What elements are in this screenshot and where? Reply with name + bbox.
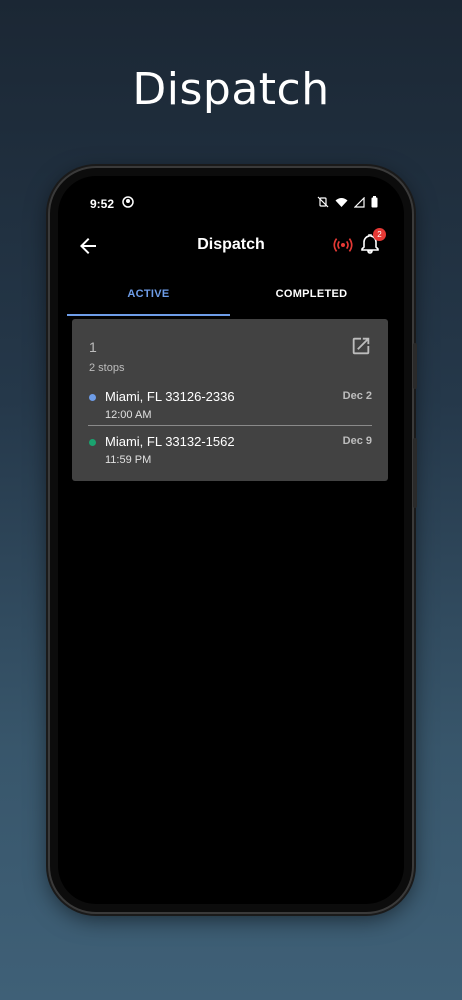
stop-time: 11:59 PM bbox=[105, 454, 152, 466]
stop-date: Dec 9 bbox=[342, 435, 372, 447]
stop-address: Miami, FL 33132-1562 bbox=[105, 434, 235, 449]
dispatch-number: 1 bbox=[89, 339, 97, 355]
status-bar: 9:52 bbox=[58, 194, 404, 214]
stops-count: 2 stops bbox=[89, 362, 125, 374]
notifications-button[interactable]: 2 bbox=[358, 228, 386, 256]
phone-screen: 9:52 Dispatch 2 ACTIVE COMPLETED 1 2 sto… bbox=[58, 176, 404, 904]
vibrate-off-icon bbox=[317, 196, 329, 208]
stop-marker bbox=[89, 439, 96, 446]
app-notification-icon bbox=[122, 196, 134, 208]
status-icons bbox=[317, 196, 378, 208]
phone-side-button bbox=[413, 343, 417, 389]
divider bbox=[88, 425, 372, 426]
stop-address: Miami, FL 33126-2336 bbox=[105, 389, 235, 404]
notification-badge: 2 bbox=[373, 228, 386, 241]
broadcast-signal-icon[interactable] bbox=[332, 234, 354, 256]
phone-frame: 9:52 Dispatch 2 ACTIVE COMPLETED 1 2 sto… bbox=[50, 168, 417, 912]
app-bar: Dispatch 2 bbox=[58, 228, 404, 264]
tab-active[interactable]: ACTIVE bbox=[67, 282, 230, 316]
stop-time: 12:00 AM bbox=[105, 409, 152, 421]
cell-signal-icon bbox=[354, 196, 365, 208]
promo-title: Dispatch bbox=[132, 64, 330, 115]
tab-completed[interactable]: COMPLETED bbox=[230, 282, 393, 316]
tab-bar: ACTIVE COMPLETED bbox=[58, 282, 404, 316]
list-item[interactable]: Miami, FL 33132-1562 11:59 PM Dec 9 bbox=[72, 433, 388, 477]
open-in-new-icon[interactable] bbox=[350, 335, 372, 357]
wifi-icon bbox=[335, 197, 348, 207]
dispatch-card[interactable]: 1 2 stops Miami, FL 33126-2336 12:00 AM … bbox=[72, 319, 388, 481]
stop-date: Dec 2 bbox=[342, 390, 372, 402]
status-time: 9:52 bbox=[90, 197, 115, 211]
battery-icon bbox=[371, 196, 378, 208]
phone-volume-button bbox=[413, 438, 417, 508]
stop-marker bbox=[89, 394, 96, 401]
